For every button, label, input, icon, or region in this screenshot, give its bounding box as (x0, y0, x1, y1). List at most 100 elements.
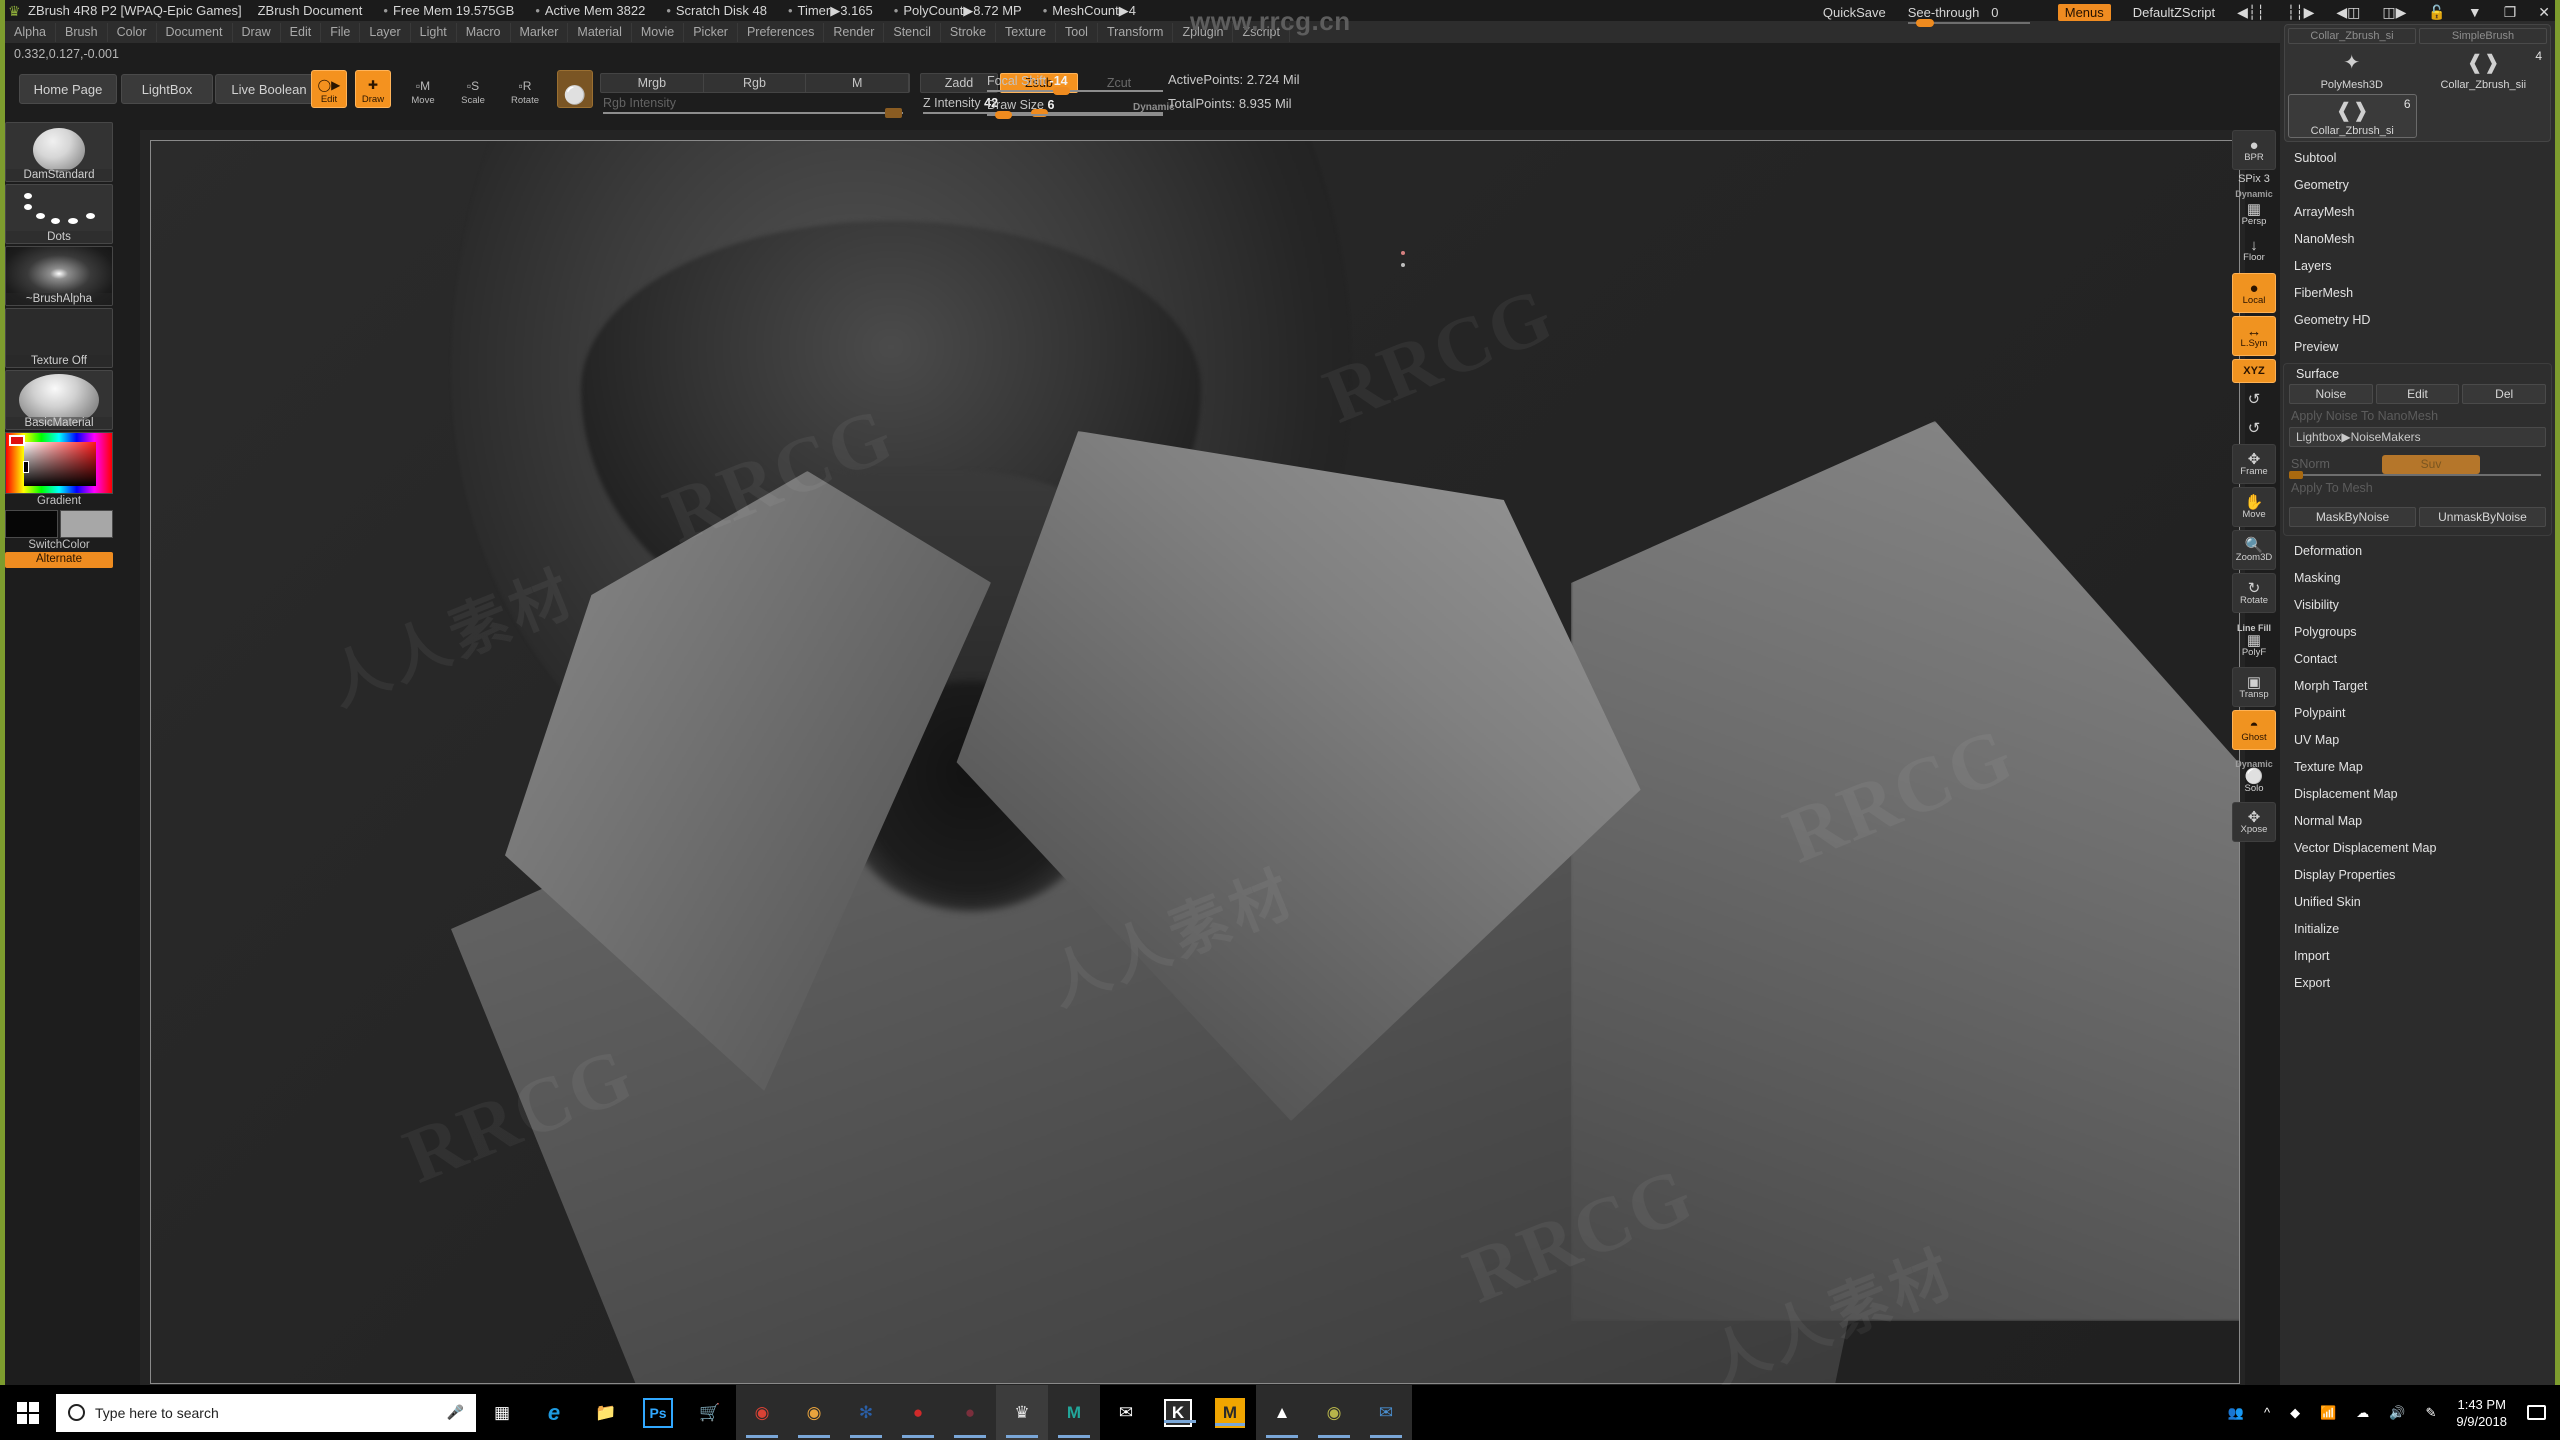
palette-item-subtool[interactable]: Subtool (2280, 145, 2555, 172)
menu-item-transform[interactable]: Transform (1098, 22, 1174, 42)
lock-icon[interactable]: 🔓 (2428, 4, 2445, 21)
minimize-icon[interactable]: ▼ (2468, 4, 2482, 20)
menu-item-movie[interactable]: Movie (632, 22, 685, 42)
see-through-knob[interactable] (1915, 19, 1934, 27)
see-through-slider[interactable]: See-through 0 (1907, 4, 2036, 27)
texture-thumbnail[interactable]: Texture Off (5, 308, 113, 368)
topogun-icon[interactable]: ▲ (1256, 1385, 1308, 1440)
menu-item-macro[interactable]: Macro (457, 22, 511, 42)
noise-edit-button[interactable]: Edit (2375, 384, 2460, 404)
microsoft-store-icon[interactable]: 🛒 (684, 1385, 736, 1440)
solo-button[interactable]: Dynamic ⚪ Solo (2232, 753, 2276, 799)
focal-shift-knob[interactable] (1053, 87, 1070, 95)
menu-item-marker[interactable]: Marker (511, 22, 569, 42)
chrome-canary-icon[interactable]: ◉ (788, 1385, 840, 1440)
menus-button[interactable]: Menus (2057, 3, 2111, 21)
edit-mode-button[interactable]: ◯▶ Edit (311, 70, 347, 108)
marvelous-designer-icon[interactable]: M (1215, 1397, 1245, 1428)
noise-button[interactable]: Noise (2289, 384, 2373, 404)
perspective-button[interactable]: Dynamic ▦ Persp (2232, 187, 2276, 227)
alpha-selector[interactable]: ~BrushAlpha (5, 246, 117, 306)
live-boolean-button[interactable]: Live Boolean (215, 74, 323, 104)
wifi-icon[interactable]: 📶 (2320, 1405, 2336, 1421)
maya-icon[interactable]: M (1048, 1385, 1100, 1440)
mrgb-button[interactable]: Mrgb (601, 74, 704, 92)
surface-title[interactable]: Surface (2284, 364, 2551, 384)
default-zscript-button[interactable]: DefaultZScript (2133, 5, 2215, 20)
document-frame[interactable] (150, 140, 2240, 1384)
viewport-canvas[interactable]: RRCG RRCG RRCG RRCG RRCG 人人素材 人人素材 人人素材 (140, 130, 2245, 1385)
menu-item-picker[interactable]: Picker (684, 22, 738, 42)
quicksave-button[interactable]: QuickSave (1823, 5, 1886, 20)
edge-icon[interactable]: e (528, 1385, 580, 1440)
ghost-transparency-button[interactable]: ◓ Ghost (2232, 710, 2276, 750)
alpha-thumbnail[interactable]: ~BrushAlpha (5, 246, 113, 306)
restore-icon[interactable]: ❐ (2504, 4, 2517, 21)
chrome-icon[interactable]: ◉ (736, 1385, 788, 1440)
menu-item-render[interactable]: Render (824, 22, 885, 42)
selected-color-swatch[interactable] (9, 435, 25, 446)
volume-icon[interactable]: 🔊 (2389, 1405, 2405, 1421)
spix-slider[interactable]: SPix 3 (2232, 170, 2298, 185)
menu-item-edit[interactable]: Edit (281, 22, 322, 42)
palette-item-geometry[interactable]: Geometry (2280, 172, 2555, 199)
palette-item-vector-displacement-map[interactable]: Vector Displacement Map (2280, 835, 2555, 862)
onedrive-icon[interactable]: ☁ (2356, 1405, 2369, 1421)
home-page-button[interactable]: Home Page (19, 74, 117, 104)
menu-item-material[interactable]: Material (568, 22, 632, 42)
palette-item-layers[interactable]: Layers (2280, 253, 2555, 280)
y-axis-button[interactable]: ↺ (2232, 386, 2276, 412)
menu-item-color[interactable]: Color (108, 22, 157, 42)
local-transform-button[interactable]: ● Local (2232, 273, 2276, 313)
switch-color-swatches[interactable] (5, 510, 113, 538)
subtool-collar-6-selected[interactable]: 6 ❰❱ Collar_Zbrush_si (2288, 94, 2417, 138)
palette-item-displacement-map[interactable]: Displacement Map (2280, 781, 2555, 808)
xyz-activate-button[interactable]: XYZ (2232, 359, 2276, 383)
menu-item-preferences[interactable]: Preferences (738, 22, 825, 42)
focal-shift-slider[interactable]: Focal Shift -14 (987, 74, 1163, 95)
color-cursor[interactable] (23, 461, 29, 473)
move-view-button[interactable]: ✋ Move (2232, 487, 2276, 527)
active-brush-preview[interactable]: ⚪ (557, 70, 593, 108)
color-picker[interactable]: Gradient (5, 432, 117, 508)
substance-icon[interactable]: ✻ (840, 1385, 892, 1440)
search-input[interactable]: Type here to search 🎤 (56, 1393, 476, 1432)
palette-item-nanomesh[interactable]: NanoMesh (2280, 226, 2555, 253)
rotate-mode-button[interactable]: ▫R Rotate (507, 70, 543, 108)
noise-delete-button[interactable]: Del (2462, 384, 2547, 404)
tray-left-icon[interactable]: ◀◫ (2336, 4, 2360, 21)
palette-item-normal-map[interactable]: Normal Map (2280, 808, 2555, 835)
color-field[interactable] (24, 442, 96, 486)
brush-thumbnail[interactable]: DamStandard (5, 122, 113, 182)
rotate-view-button[interactable]: ↻ Rotate (2232, 573, 2276, 613)
dropbox-icon[interactable]: ◆ (2290, 1405, 2300, 1421)
tool-tab-simplebrush[interactable]: SimpleBrush (2419, 28, 2547, 44)
brush-selector[interactable]: DamStandard (5, 122, 117, 182)
z-axis-button[interactable]: ↺ (2232, 415, 2276, 441)
palette-item-fibermesh[interactable]: FiberMesh (2280, 280, 2555, 307)
palette-item-contact[interactable]: Contact (2280, 646, 2555, 673)
material-selector[interactable]: BasicMaterial (5, 370, 117, 430)
rgb-intensity-knob[interactable] (885, 108, 902, 118)
tray-right-icon[interactable]: ◫▶ (2382, 4, 2406, 21)
local-symmetry-button[interactable]: ↔ L.Sym (2232, 316, 2276, 356)
keyshot-icon[interactable]: K (1164, 1398, 1196, 1427)
palette-item-geometry-hd[interactable]: Geometry HD (2280, 307, 2555, 334)
file-explorer-icon[interactable]: 📁 (580, 1385, 632, 1440)
draw-mode-button[interactable]: ✚ Draw (355, 70, 391, 108)
lightbox-button[interactable]: LightBox (121, 74, 213, 104)
scroll-left-icon[interactable]: ◀┆┆ (2237, 4, 2265, 21)
palette-item-masking[interactable]: Masking (2280, 565, 2555, 592)
palette-item-polypaint[interactable]: Polypaint (2280, 700, 2555, 727)
alternate-button[interactable]: Alternate (5, 552, 113, 568)
scale-mode-button[interactable]: ▫S Scale (455, 70, 491, 108)
m-button[interactable]: M (806, 74, 910, 92)
stroke-selector[interactable]: Dots (5, 184, 117, 244)
notifications-icon[interactable] (2527, 1405, 2546, 1420)
stroke-thumbnail[interactable]: Dots (5, 184, 113, 244)
material-thumbnail[interactable]: BasicMaterial (5, 370, 113, 430)
mask-by-noise-button[interactable]: MaskByNoise (2289, 507, 2416, 527)
palette-item-unified-skin[interactable]: Unified Skin (2280, 889, 2555, 916)
transparency-button[interactable]: ▣ Transp (2232, 667, 2276, 707)
people-icon[interactable]: 👥 (2228, 1405, 2244, 1421)
